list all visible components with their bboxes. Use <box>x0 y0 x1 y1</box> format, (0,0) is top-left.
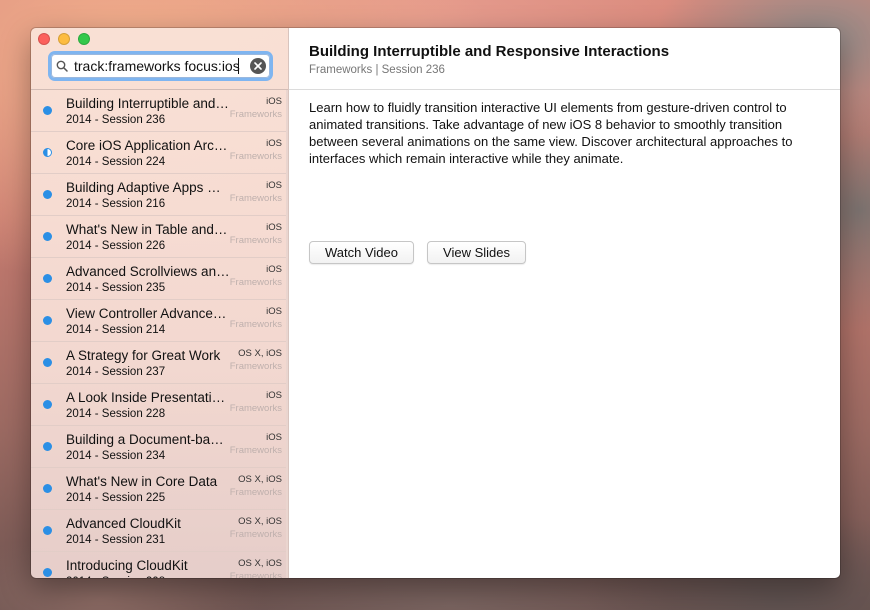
minimize-window-button[interactable] <box>58 33 70 45</box>
session-track: Frameworks <box>229 151 282 162</box>
session-track: Frameworks <box>229 277 282 288</box>
unwatched-indicator <box>43 106 52 115</box>
session-track: Frameworks <box>229 193 282 204</box>
close-window-button[interactable] <box>38 33 50 45</box>
session-year-number: 2014 - Session 236 <box>66 114 166 126</box>
session-platform: iOS <box>266 180 282 191</box>
app-window: Building Interruptible and Responsive In… <box>31 28 840 578</box>
session-row[interactable]: What's New in Table and Collection Views… <box>31 216 288 258</box>
session-platform: iOS <box>266 306 282 317</box>
session-year-number: 2014 - Session 225 <box>66 492 166 504</box>
search-field[interactable] <box>51 54 270 78</box>
session-year-number: 2014 - Session 234 <box>66 450 166 462</box>
sidebar-titlebar <box>31 28 288 90</box>
session-track: Frameworks <box>229 319 282 330</box>
detail-description: Learn how to fluidly transition interact… <box>309 100 793 166</box>
partially-watched-indicator <box>43 148 52 157</box>
session-title: Advanced CloudKit <box>66 516 181 531</box>
session-row[interactable]: Building a Document-based App 2014 - Sess… <box>31 426 288 468</box>
session-platform: iOS <box>266 390 282 401</box>
session-year-number: 2014 - Session 237 <box>66 366 166 378</box>
text-caret <box>238 58 239 74</box>
unwatched-indicator <box>43 568 52 577</box>
session-title: Core iOS Application Architecture <box>66 138 230 153</box>
session-row[interactable]: Advanced Scrollviews and Touch Handling … <box>31 258 288 300</box>
unwatched-indicator <box>43 274 52 283</box>
session-year-number: 2014 - Session 224 <box>66 156 166 168</box>
unwatched-indicator <box>43 526 52 535</box>
session-row[interactable]: Building Interruptible and Responsive In… <box>31 90 288 132</box>
session-platform: iOS <box>266 222 282 233</box>
session-row[interactable]: Building Adaptive Apps with UIKit 2014 - … <box>31 174 288 216</box>
session-row[interactable]: What's New in Core Data 2014 - Session 22… <box>31 468 288 510</box>
session-track: Frameworks <box>229 487 282 498</box>
session-track: Frameworks <box>229 571 282 578</box>
sidebar: Building Interruptible and Responsive In… <box>31 28 289 578</box>
session-platform: OS X, iOS <box>238 516 282 527</box>
session-title: What's New in Table and Collection Views <box>66 222 230 237</box>
detail-title: Building Interruptible and Responsive In… <box>309 43 670 60</box>
unwatched-indicator <box>43 484 52 493</box>
session-track: Frameworks <box>229 235 282 246</box>
session-track: Frameworks <box>229 109 282 120</box>
session-row[interactable]: Core iOS Application Architecture 2014 - … <box>31 132 288 174</box>
session-year-number: 2014 - Session 216 <box>66 198 166 210</box>
watch-video-button[interactable]: Watch Video <box>309 241 414 264</box>
session-title: Building Interruptible and Responsive In… <box>66 96 230 111</box>
session-title: Building Adaptive Apps with UIKit <box>66 180 230 195</box>
session-title: Introducing CloudKit <box>66 558 188 573</box>
session-year-number: 2014 - Session 228 <box>66 408 166 420</box>
unwatched-indicator <box>43 232 52 241</box>
zoom-window-button[interactable] <box>78 33 90 45</box>
session-year-number: 2014 - Session 208 <box>66 576 165 578</box>
session-platform: OS X, iOS <box>238 348 282 359</box>
session-year-number: 2014 - Session 214 <box>66 324 166 336</box>
session-title: A Strategy for Great Work <box>66 348 221 363</box>
unwatched-indicator <box>43 190 52 199</box>
session-platform: OS X, iOS <box>238 558 282 569</box>
session-platform: iOS <box>266 138 282 149</box>
session-year-number: 2014 - Session 226 <box>66 240 166 252</box>
session-title: Building a Document-based App <box>66 432 230 447</box>
unwatched-indicator <box>43 358 52 367</box>
list-scrollbar-track[interactable] <box>286 90 288 578</box>
search-input[interactable] <box>73 56 243 76</box>
window-controls <box>38 33 90 45</box>
session-title: A Look Inside Presentation Controllers <box>66 390 230 405</box>
session-list: Building Interruptible and Responsive In… <box>31 90 288 578</box>
session-detail: Building Interruptible and Responsive In… <box>289 28 840 578</box>
unwatched-indicator <box>43 442 52 451</box>
unwatched-indicator <box>43 316 52 325</box>
session-title: Advanced Scrollviews and Touch Handling … <box>66 264 230 279</box>
session-platform: iOS <box>266 96 282 107</box>
session-row[interactable]: A Look Inside Presentation Controllers 20… <box>31 384 288 426</box>
session-year-number: 2014 - Session 235 <box>66 282 166 294</box>
session-title: View Controller Advancements in iOS 8 <box>66 306 230 321</box>
session-row[interactable]: Advanced CloudKit 2014 - Session 231 OS X,… <box>31 510 288 552</box>
unwatched-indicator <box>43 400 52 409</box>
session-platform: iOS <box>266 264 282 275</box>
session-track: Frameworks <box>229 529 282 540</box>
search-icon <box>51 55 73 77</box>
session-row[interactable]: A Strategy for Great Work 2014 - Session … <box>31 342 288 384</box>
session-platform: OS X, iOS <box>238 474 282 485</box>
session-track: Frameworks <box>229 361 282 372</box>
session-platform: iOS <box>266 432 282 443</box>
session-track: Frameworks <box>229 403 282 414</box>
detail-header: Building Interruptible and Responsive In… <box>289 28 840 90</box>
detail-meta: Frameworks | Session 236 <box>309 64 445 76</box>
session-row[interactable]: Introducing CloudKit 2014 - Session 208 OS… <box>31 552 288 578</box>
view-slides-button[interactable]: View Slides <box>427 241 526 264</box>
clear-search-icon[interactable] <box>250 58 266 74</box>
session-title: What's New in Core Data <box>66 474 218 489</box>
session-year-number: 2014 - Session 231 <box>66 534 166 546</box>
session-row[interactable]: View Controller Advancements in iOS 8 201… <box>31 300 288 342</box>
session-track: Frameworks <box>229 445 282 456</box>
